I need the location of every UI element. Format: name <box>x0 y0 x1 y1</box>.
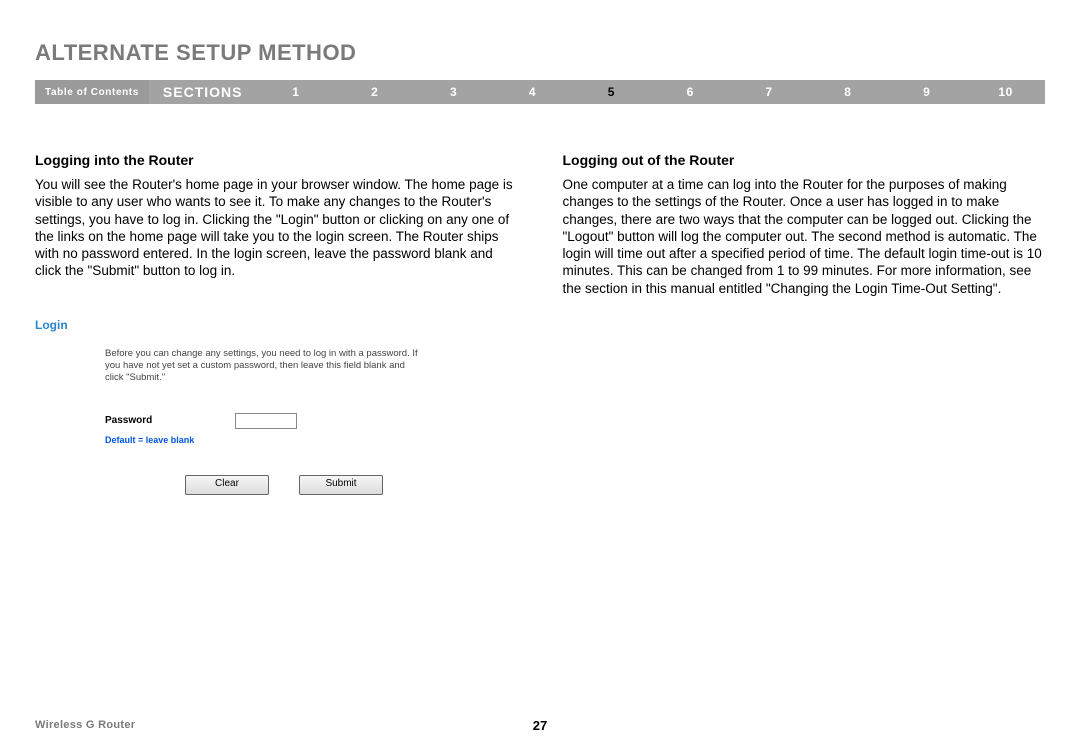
password-input[interactable] <box>235 413 297 429</box>
toc-link[interactable]: Table of Contents <box>35 80 149 104</box>
right-body: One computer at a time can log into the … <box>563 176 1046 297</box>
login-instructions: Before you can change any settings, you … <box>105 348 425 385</box>
sections-label: SECTIONS <box>149 84 257 100</box>
page-title: ALTERNATE SETUP METHOD <box>35 40 1045 66</box>
submit-button[interactable]: Submit <box>299 475 383 495</box>
clear-button[interactable]: Clear <box>185 475 269 495</box>
page-number: 27 <box>533 718 547 733</box>
section-link-6[interactable]: 6 <box>651 85 730 99</box>
password-hint: Default = leave blank <box>105 435 518 445</box>
left-body: You will see the Router's home page in y… <box>35 176 518 280</box>
login-panel: Login Before you can change any settings… <box>35 318 518 495</box>
section-link-7[interactable]: 7 <box>730 85 809 99</box>
section-link-5[interactable]: 5 <box>572 85 651 99</box>
section-link-1[interactable]: 1 <box>256 85 335 99</box>
login-title: Login <box>35 318 518 332</box>
section-link-8[interactable]: 8 <box>809 85 888 99</box>
right-column: Logging out of the Router One computer a… <box>563 152 1046 495</box>
left-column: Logging into the Router You will see the… <box>35 152 518 495</box>
section-link-10[interactable]: 10 <box>966 85 1045 99</box>
section-link-3[interactable]: 3 <box>414 85 493 99</box>
section-link-4[interactable]: 4 <box>493 85 572 99</box>
right-heading: Logging out of the Router <box>563 152 1046 168</box>
section-navbar: Table of Contents SECTIONS 1 2 3 4 5 6 7… <box>35 80 1045 104</box>
password-label: Password <box>105 415 235 426</box>
section-link-2[interactable]: 2 <box>335 85 414 99</box>
product-name: Wireless G Router <box>35 719 135 731</box>
left-heading: Logging into the Router <box>35 152 518 168</box>
page-footer: Wireless G Router 27 <box>35 719 1045 731</box>
section-link-9[interactable]: 9 <box>887 85 966 99</box>
